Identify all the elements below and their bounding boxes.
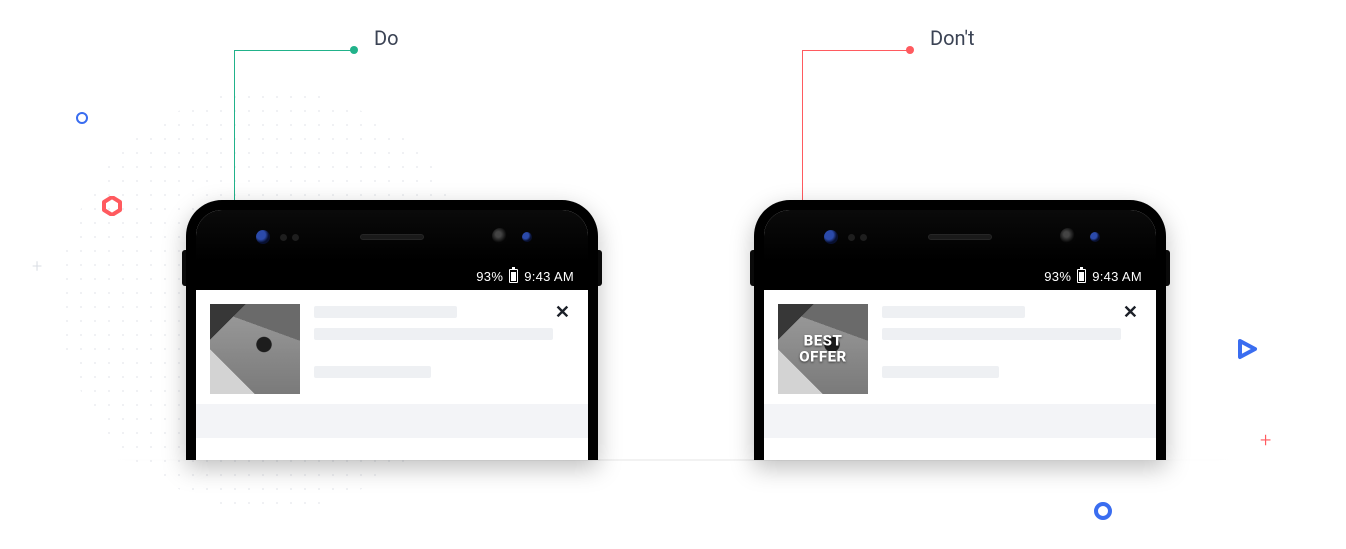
- speaker-icon: [928, 234, 992, 240]
- placeholder-line: [882, 306, 1025, 318]
- callout-do-label: Do: [374, 26, 399, 50]
- example-dont: 93% 9:43 AM BEST OFFER: [754, 200, 1166, 460]
- clock: 9:43 AM: [1092, 269, 1142, 284]
- phone-frame: 93% 9:43 AM ✕: [186, 200, 598, 460]
- placeholder-line: [882, 328, 1121, 340]
- front-camera-icon: [256, 230, 270, 244]
- clock: 9:43 AM: [524, 269, 574, 284]
- placeholder-line: [882, 366, 999, 378]
- phone-bezel: [196, 210, 588, 262]
- sensor-icon: [280, 234, 287, 241]
- speaker-icon: [360, 234, 424, 240]
- notification-text: [314, 304, 574, 394]
- phone-frame: 93% 9:43 AM BEST OFFER: [754, 200, 1166, 460]
- front-camera-icon: [1060, 228, 1076, 244]
- battery-icon: [509, 269, 518, 283]
- notification-text: [882, 304, 1142, 394]
- status-bar: 93% 9:43 AM: [764, 262, 1156, 290]
- sensor-icon: [292, 234, 299, 241]
- battery-percent: 93%: [1044, 269, 1071, 284]
- callout-dont-label: Don't: [930, 26, 975, 50]
- battery-percent: 93%: [476, 269, 503, 284]
- placeholder-line: [314, 306, 457, 318]
- front-camera-icon: [492, 228, 508, 244]
- front-camera-icon: [522, 232, 532, 242]
- notification-image: [210, 304, 300, 394]
- image-text-overlay: BEST OFFER: [778, 333, 868, 365]
- close-icon[interactable]: ✕: [555, 304, 570, 322]
- close-icon[interactable]: ✕: [1123, 304, 1138, 322]
- battery-icon: [1077, 269, 1086, 283]
- front-camera-icon: [1090, 232, 1100, 242]
- status-bar: 93% 9:43 AM: [196, 262, 588, 290]
- example-do: 93% 9:43 AM ✕: [186, 200, 598, 460]
- notification-image: BEST OFFER: [778, 304, 868, 394]
- placeholder-line: [314, 328, 553, 340]
- front-camera-icon: [824, 230, 838, 244]
- phone-bezel: [764, 210, 1156, 262]
- sensor-icon: [860, 234, 867, 241]
- sensor-icon: [848, 234, 855, 241]
- notification-footer: [196, 404, 588, 438]
- notification-footer: [764, 404, 1156, 438]
- notification-card[interactable]: BEST OFFER ✕: [764, 290, 1156, 404]
- placeholder-line: [314, 366, 431, 378]
- notification-card[interactable]: ✕: [196, 290, 588, 404]
